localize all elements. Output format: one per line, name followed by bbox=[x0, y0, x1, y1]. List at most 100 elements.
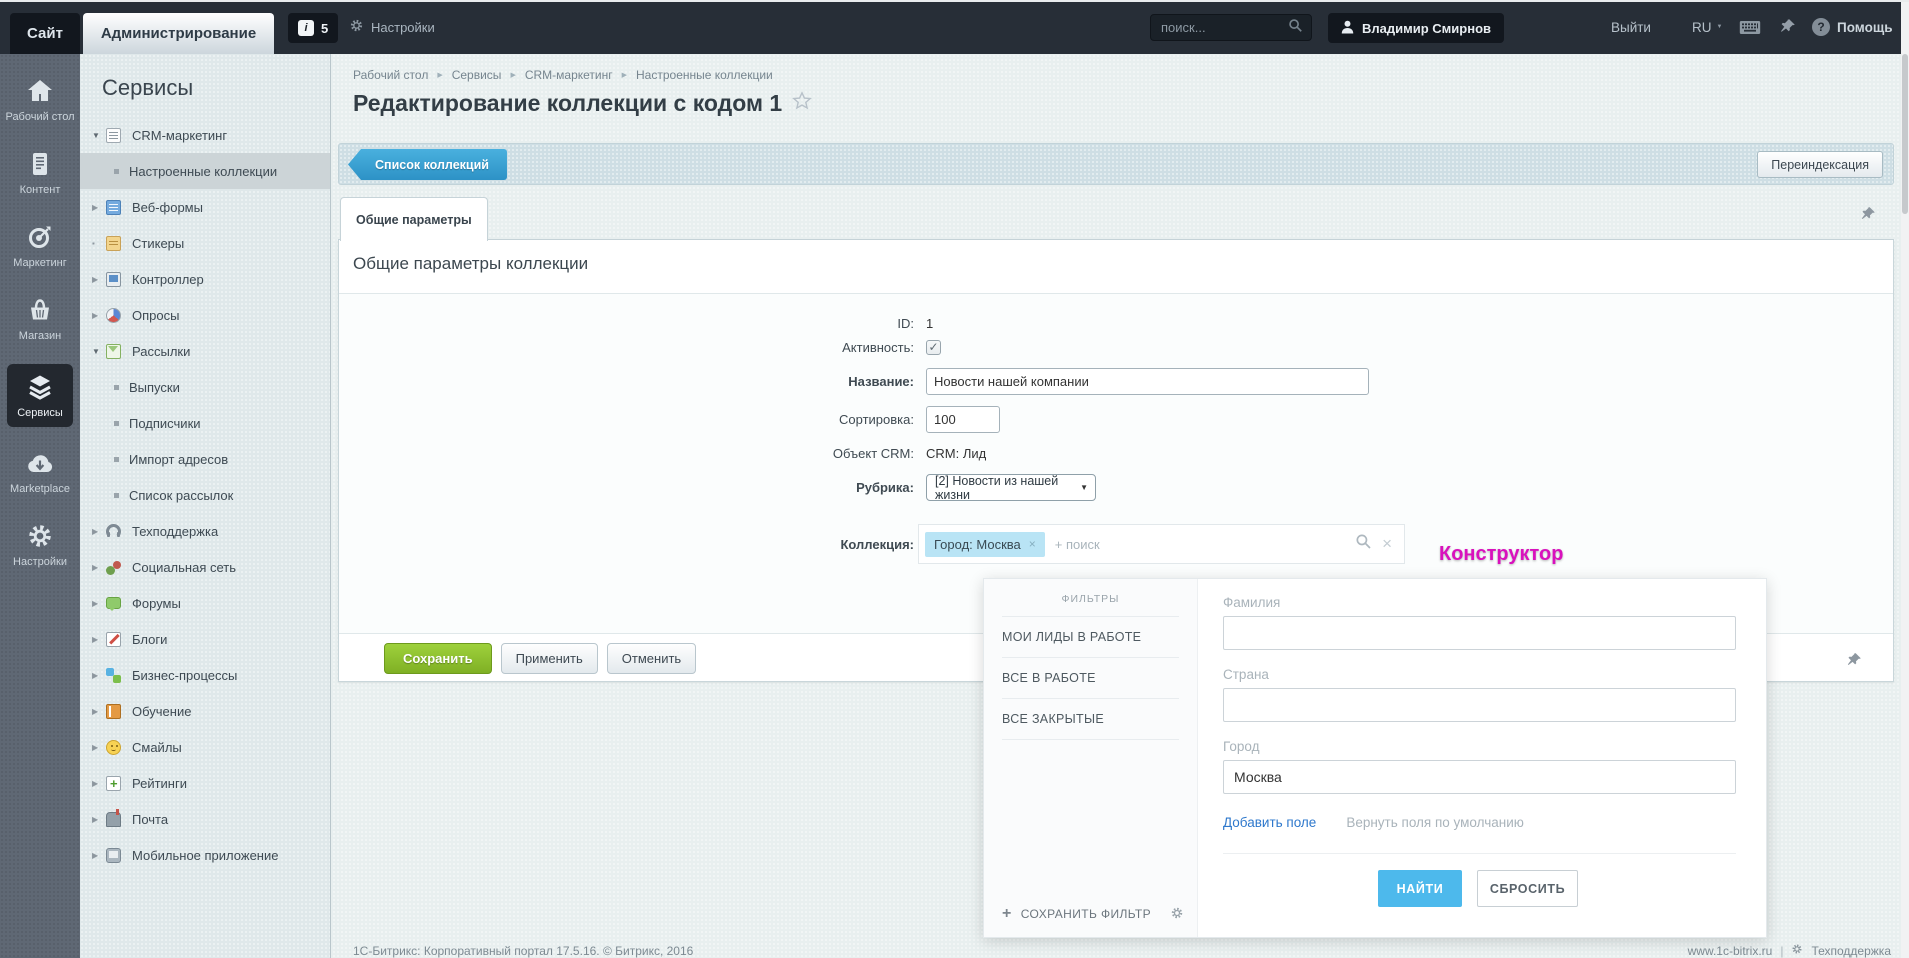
sidebar-item[interactable]: ▼CRM-маркетинг bbox=[80, 117, 330, 153]
reset-button[interactable]: СБРОСИТЬ bbox=[1477, 870, 1578, 907]
keyboard-icon[interactable] bbox=[1739, 20, 1761, 40]
crm-icon bbox=[106, 128, 121, 143]
favorite-star-icon[interactable] bbox=[792, 91, 812, 116]
name-label: Название: bbox=[339, 374, 914, 389]
chevron-right-icon[interactable]: ▶ bbox=[92, 203, 106, 212]
tab-general-parameters[interactable]: Общие параметры bbox=[340, 197, 488, 241]
scrollbar-thumb[interactable] bbox=[1902, 54, 1908, 214]
sidebar-item[interactable]: ▶Форумы bbox=[80, 585, 330, 621]
save-filter-button[interactable]: + СОХРАНИТЬ ФИЛЬТР bbox=[1002, 905, 1184, 923]
sidebar-item[interactable]: ▶Смайлы bbox=[80, 729, 330, 765]
notifications-button[interactable]: i 5 bbox=[288, 13, 338, 43]
chevron-right-icon[interactable]: ▶ bbox=[92, 707, 106, 716]
filter-preset-item[interactable]: ВСЕ В РАБОТЕ bbox=[984, 658, 1197, 687]
breadcrumb-item[interactable]: Сервисы bbox=[452, 68, 502, 82]
sidebar-item[interactable]: ▪Стикеры bbox=[80, 225, 330, 261]
reindex-button[interactable]: Переиндексация bbox=[1757, 151, 1883, 178]
user-menu-button[interactable]: Владимир Смирнов bbox=[1328, 13, 1504, 43]
sidebar-item[interactable]: ▼Рассылки bbox=[80, 333, 330, 369]
sidebar-item[interactable]: Выпуски bbox=[80, 369, 330, 405]
chevron-down-icon[interactable]: ▼ bbox=[92, 347, 106, 356]
search-icon[interactable] bbox=[1288, 18, 1303, 38]
chevron-right-icon[interactable]: ▶ bbox=[92, 851, 106, 860]
logout-link[interactable]: Выйти bbox=[1611, 0, 1651, 54]
collection-search-placeholder[interactable]: + поиск bbox=[1055, 537, 1100, 552]
chevron-down-icon[interactable]: ▼ bbox=[92, 131, 106, 140]
admin-tab[interactable]: Администрирование bbox=[83, 13, 274, 54]
breadcrumb-item[interactable]: Настроенные коллекции bbox=[636, 68, 773, 82]
filter-preset-item[interactable]: ВСЕ ЗАКРЫТЫЕ bbox=[984, 699, 1197, 728]
rail-item-shop[interactable]: Магазин bbox=[4, 291, 76, 347]
filter-field-input[interactable] bbox=[1223, 760, 1736, 794]
widget-search-icon[interactable] bbox=[1355, 533, 1372, 555]
sidebar-item[interactable]: ▶Техподдержка bbox=[80, 513, 330, 549]
collection-tag-label: Город: Москва bbox=[934, 537, 1021, 552]
cancel-button[interactable]: Отменить bbox=[607, 643, 696, 674]
find-button[interactable]: НАЙТИ bbox=[1378, 870, 1462, 907]
chevron-right-icon[interactable]: ▶ bbox=[92, 635, 106, 644]
sidebar-item[interactable]: ▶Рейтинги bbox=[80, 765, 330, 801]
rail-item-settings[interactable]: Настройки bbox=[4, 517, 76, 573]
tag-remove-icon[interactable]: × bbox=[1029, 537, 1036, 551]
sidebar-item[interactable]: Подписчики bbox=[80, 405, 330, 441]
bullet-icon[interactable]: ▪ bbox=[92, 239, 106, 248]
chevron-right-icon[interactable]: ▶ bbox=[92, 743, 106, 752]
bullet-icon bbox=[114, 493, 119, 498]
scrollbar[interactable] bbox=[1901, 2, 1909, 958]
footer-site-link[interactable]: www.1c-bitrix.ru bbox=[1688, 944, 1773, 958]
topbar-settings-button[interactable]: Настройки bbox=[349, 0, 435, 54]
pin-form-icon[interactable] bbox=[1846, 652, 1862, 673]
chevron-right-icon[interactable]: ▶ bbox=[92, 311, 106, 320]
chevron-right-icon[interactable]: ▶ bbox=[92, 527, 106, 536]
filter-settings-gear-icon[interactable] bbox=[1170, 906, 1184, 923]
breadcrumb-item[interactable]: CRM-маркетинг bbox=[525, 68, 613, 82]
save-button[interactable]: Сохранить bbox=[384, 643, 492, 674]
rail-item-services[interactable]: Сервисы bbox=[7, 364, 73, 427]
rail-item-content[interactable]: Контент bbox=[4, 145, 76, 201]
search-input[interactable] bbox=[1151, 20, 1288, 35]
chevron-right-icon[interactable]: ▶ bbox=[92, 815, 106, 824]
sidebar-item[interactable]: ▶Контроллер bbox=[80, 261, 330, 297]
sort-input[interactable] bbox=[926, 406, 1000, 433]
widget-clear-icon[interactable]: × bbox=[1382, 536, 1392, 552]
sidebar-item[interactable]: ▶Блоги bbox=[80, 621, 330, 657]
sidebar-item[interactable]: ▶Опросы bbox=[80, 297, 330, 333]
filter-field-input[interactable] bbox=[1223, 688, 1736, 722]
sidebar-item[interactable]: ▶Бизнес-процессы bbox=[80, 657, 330, 693]
rubric-select[interactable]: [2] Новости из нашей жизни ▼ bbox=[926, 474, 1096, 501]
footer-support-link[interactable]: Техподдержка bbox=[1811, 944, 1891, 958]
chevron-right-icon[interactable]: ▶ bbox=[92, 671, 106, 680]
sidebar-item[interactable]: ▶Социальная сеть bbox=[80, 549, 330, 585]
sidebar-item[interactable]: Импорт адресов bbox=[80, 441, 330, 477]
chevron-right-icon[interactable]: ▶ bbox=[92, 779, 106, 788]
sidebar-item[interactable]: Список рассылок bbox=[80, 477, 330, 513]
breadcrumb-item[interactable]: Рабочий стол bbox=[353, 68, 428, 82]
activity-checkbox[interactable]: ✓ bbox=[926, 340, 941, 355]
site-tab[interactable]: Сайт bbox=[10, 13, 80, 54]
sidebar-item[interactable]: ▶Мобильное приложение bbox=[80, 837, 330, 873]
filter-field-input[interactable] bbox=[1223, 616, 1736, 650]
language-selector[interactable]: RU ▼ bbox=[1692, 0, 1722, 54]
collections-list-button[interactable]: Список коллекций bbox=[348, 149, 507, 180]
pin-tabs-icon[interactable] bbox=[1860, 206, 1876, 227]
chevron-right-icon[interactable]: ▶ bbox=[92, 563, 106, 572]
chevron-right-icon[interactable]: ▶ bbox=[92, 275, 106, 284]
rail-item-marketing[interactable]: Маркетинг bbox=[4, 218, 76, 274]
help-button[interactable]: ? Помощь bbox=[1812, 0, 1893, 54]
add-field-link[interactable]: Добавить поле bbox=[1223, 815, 1316, 830]
sidebar-item[interactable]: ▶Веб-формы bbox=[80, 189, 330, 225]
mail-icon bbox=[106, 812, 121, 827]
sidebar-item[interactable]: Настроенные коллекции bbox=[80, 153, 330, 189]
rail-item-marketplace[interactable]: Marketplace bbox=[4, 444, 76, 500]
sidebar-item[interactable]: ▶Обучение bbox=[80, 693, 330, 729]
rail-item-home[interactable]: Рабочий стол bbox=[4, 72, 76, 128]
pin-icon[interactable] bbox=[1779, 18, 1796, 40]
collection-tag[interactable]: Город: Москва × bbox=[925, 532, 1045, 557]
sidebar-item[interactable]: ▶Почта bbox=[80, 801, 330, 837]
filter-preset-item[interactable]: МОИ ЛИДЫ В РАБОТЕ bbox=[984, 617, 1197, 646]
name-input[interactable] bbox=[926, 368, 1369, 395]
apply-button[interactable]: Применить bbox=[501, 643, 598, 674]
collection-filter-widget[interactable]: Город: Москва × + поиск × bbox=[918, 524, 1405, 564]
restore-fields-link[interactable]: Вернуть поля по умолчанию bbox=[1346, 815, 1524, 830]
chevron-right-icon[interactable]: ▶ bbox=[92, 599, 106, 608]
